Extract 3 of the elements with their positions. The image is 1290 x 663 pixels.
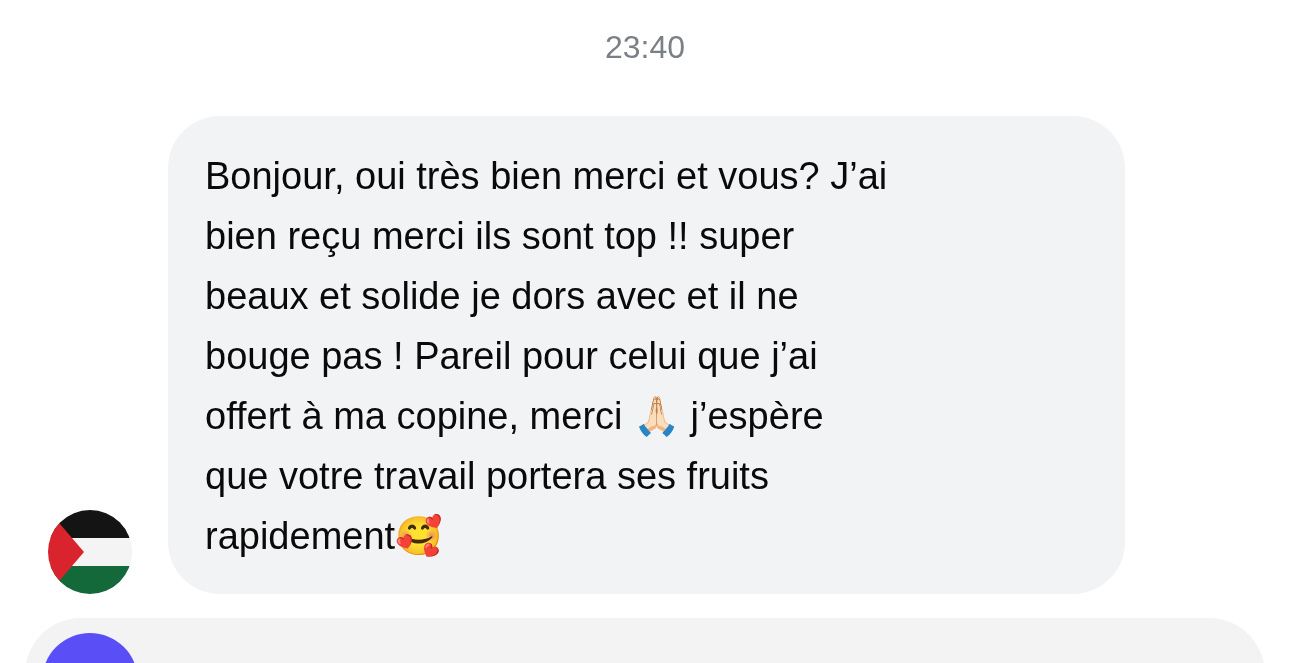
message-timestamp: 23:40 xyxy=(604,28,686,67)
avatar-flag-icon[interactable] xyxy=(48,510,132,594)
message-bubble: Bonjour, oui très bien merci et vous? J’ai bien reçu merci ils sont top !! super beaux et solide je dors avec et il ne bouge pas ! Pareil pour celui que j’ai offert à ma copine, merci 🙏🏻 j’espère que votre travail portera ses fruits rapidement🥰 xyxy=(168,116,1125,594)
